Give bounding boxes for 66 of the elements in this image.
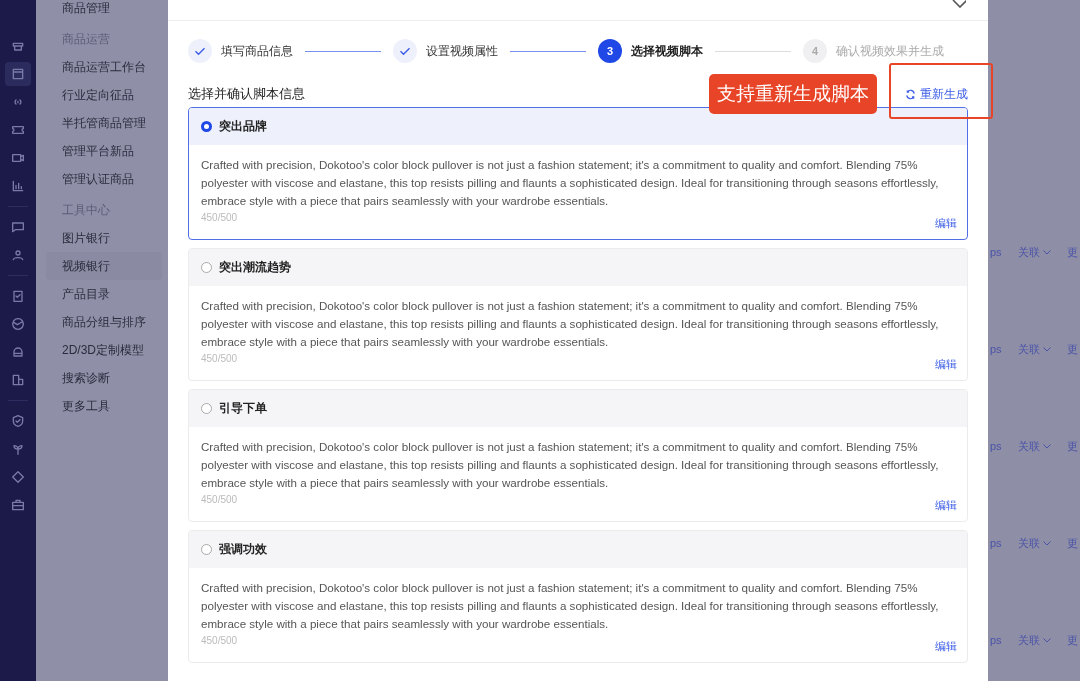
character-count: 450/500 (201, 635, 238, 648)
script-title: 突出潮流趋势 (219, 259, 291, 276)
script-text: Crafted with precision, Dokotoo's color block pullover is not just a fashion statement; it's a commitment to quality and comfort. Blending 75% polyester with viscose and elastane, this top resists pilling and flaunts a sophisticated design. Ideal for transitioning through seasons effortlessly, embrace style with a piece that pairs seamlessly with your wardrobe essentials. (201, 298, 940, 350)
step-label: 选择视频脚本 (631, 42, 703, 60)
menu-item[interactable]: 图片银行 (46, 224, 168, 252)
callout-label: 支持重新生成脚本 (709, 74, 877, 114)
radio-button[interactable] (201, 403, 212, 414)
script-title: 强调功效 (219, 541, 267, 558)
table-cell: ps (990, 343, 1002, 355)
radio-button[interactable] (201, 262, 212, 273)
character-count: 450/500 (201, 212, 238, 225)
menu-item[interactable]: 商品分组与排序 (46, 308, 168, 336)
step-label: 确认视频效果并生成 (836, 42, 944, 60)
menu-item[interactable]: 半托管商品管理 (46, 109, 168, 137)
menu-item[interactable]: 管理平台新品 (46, 137, 168, 165)
menu-item[interactable]: 产品目录 (46, 280, 168, 308)
script-text: Crafted with precision, Dokotoo's color block pullover is not just a fashion statement; it's a commitment to quality and comfort. Blending 75% polyester with viscose and elastane, this top resists pilling and flaunts a sophisticated design. Ideal for transitioning through seasons effortlessly, embrace style with a piece that pairs seamlessly with your wardrobe essentials. (201, 580, 940, 632)
script-title: 引导下单 (219, 400, 267, 417)
character-count: 450/500 (201, 353, 238, 366)
nav-icon (10, 497, 26, 513)
nav-icon (10, 344, 26, 360)
nav-icon (10, 247, 26, 263)
nav-icon (10, 316, 26, 332)
menu-item[interactable]: 2D/3D定制模型 (46, 336, 168, 364)
refresh-icon (905, 88, 916, 100)
chevron-down-icon (1042, 249, 1051, 255)
nav-icon (10, 372, 26, 388)
table-cell: ps (990, 440, 1002, 452)
script-text: Crafted with precision, Dokotoo's color block pullover is not just a fashion statement; it's a commitment to quality and comfort. Blending 75% polyester with viscose and elastane, this top resists pilling and flaunts a sophisticated design. Ideal for transitioning through seasons effortlessly, embrace style with a piece that pairs seamlessly with your wardrobe essentials. (201, 439, 940, 491)
chevron-down-icon (1042, 346, 1051, 352)
menu-item[interactable]: 商品管理 (46, 0, 168, 22)
nav-icon (10, 219, 26, 235)
script-title: 突出品牌 (219, 118, 267, 135)
menu-item[interactable]: 管理认证商品 (46, 165, 168, 193)
edit-link[interactable]: 编辑 (935, 357, 957, 372)
step-number: 4 (803, 39, 827, 63)
chevron-down-icon (1042, 443, 1051, 449)
script-text: Crafted with precision, Dokotoo's color block pullover is not just a fashion statement; it's a commitment to quality and comfort. Blending 75% polyester with viscose and elastane, this top resists pilling and flaunts a sophisticated design. Ideal for transitioning through seasons effortlessly, embrace style with a piece that pairs seamlessly with your wardrobe essentials. (201, 157, 940, 209)
radio-button[interactable] (201, 544, 212, 555)
chevron-down-icon (1042, 540, 1051, 546)
table-cell: ps (990, 246, 1002, 258)
nav-icon (10, 178, 26, 194)
chevron-down-icon (1042, 637, 1051, 643)
nav-icon (10, 413, 26, 429)
nav-icon (10, 66, 26, 82)
nav-icon-button[interactable] (5, 62, 31, 86)
table-cell: ps (990, 634, 1002, 646)
step-label: 填写商品信息 (221, 42, 293, 60)
section-heading: 选择并确认脚本信息 (188, 85, 305, 103)
table-cell: ps (990, 537, 1002, 549)
character-count: 450/500 (201, 494, 238, 507)
nav-icon (10, 288, 26, 304)
step-label: 设置视频属性 (426, 42, 498, 60)
radio-button[interactable] (201, 121, 212, 132)
edit-link[interactable]: 编辑 (935, 216, 957, 231)
script-card[interactable] (188, 107, 968, 240)
step-number: 3 (598, 39, 622, 63)
edit-link[interactable]: 编辑 (935, 498, 957, 513)
menu-item[interactable]: 搜索诊断 (46, 364, 168, 392)
menu-item[interactable]: 行业定向征品 (46, 81, 168, 109)
menu-item[interactable]: 视频银行 (46, 252, 162, 280)
edit-link[interactable]: 编辑 (935, 639, 957, 654)
menu-item[interactable]: 商品运营工作台 (46, 53, 168, 81)
nav-icon (10, 469, 26, 485)
regenerate-button[interactable]: 重新生成 (905, 85, 968, 103)
menu-item[interactable]: 更多工具 (46, 392, 168, 420)
